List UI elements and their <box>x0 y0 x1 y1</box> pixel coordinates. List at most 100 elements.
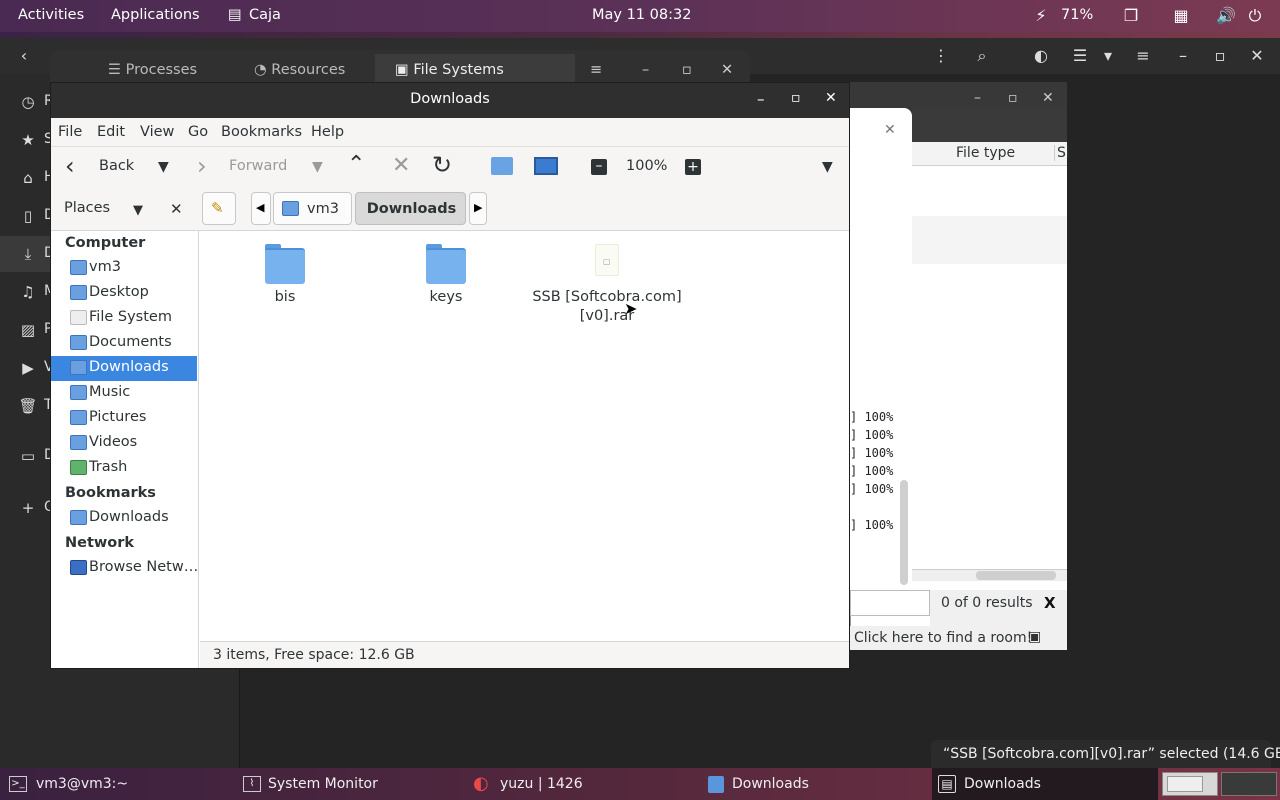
sidebar-item-vm3[interactable]: vm3 <box>51 256 197 281</box>
maximize-icon[interactable]: ▫ <box>1008 90 1018 106</box>
sidebar-item-documents[interactable]: Documents <box>51 331 197 356</box>
maximize-icon[interactable]: ▫ <box>682 62 692 78</box>
clock[interactable]: May 11 08:32 <box>592 7 691 23</box>
menu-view[interactable]: View <box>140 124 174 140</box>
file-name[interactable]: bis <box>235 289 335 305</box>
minimize-icon[interactable]: – <box>642 62 649 78</box>
places-selector[interactable]: Places <box>64 200 110 216</box>
task-system-monitor[interactable]: ⌇ System Monitor <box>234 768 462 800</box>
stop-icon[interactable]: ✕ <box>392 155 410 177</box>
breadcrumb-left-arrow[interactable]: ◀ <box>251 192 271 225</box>
download-icon[interactable]: ⤓ <box>18 244 38 264</box>
sidebar-item-trash[interactable]: Trash <box>51 456 197 481</box>
workspace-2[interactable] <box>1221 772 1277 796</box>
menu-edit[interactable]: Edit <box>97 124 125 140</box>
forward-arrow-icon[interactable]: › <box>197 154 207 178</box>
list-view-icon[interactable]: ☰ <box>1068 44 1092 68</box>
menu-file[interactable]: File <box>58 124 82 140</box>
video-icon[interactable]: ▶ <box>18 358 38 378</box>
back-button[interactable]: Back <box>99 158 134 174</box>
close-icon[interactable]: ✕ <box>1245 44 1269 68</box>
applications-menu[interactable]: Applications <box>111 7 200 23</box>
menu-help[interactable]: Help <box>311 124 344 140</box>
tab-resources[interactable]: ◔ Resources <box>254 62 345 78</box>
back-arrow-icon[interactable]: ‹ <box>65 154 75 178</box>
sidebar-item-videos[interactable]: Videos <box>51 431 197 456</box>
app-grid-icon[interactable]: ▦ <box>1171 6 1191 26</box>
minimize-icon[interactable]: – <box>974 90 981 106</box>
search-field[interactable] <box>850 590 930 616</box>
breadcrumb-right-arrow[interactable]: ▶ <box>469 192 487 225</box>
window-switch-icon[interactable]: ❐ <box>1121 6 1141 26</box>
star-icon[interactable]: ★ <box>18 130 38 150</box>
menu-go[interactable]: Go <box>188 124 208 140</box>
music-icon[interactable]: ♫ <box>18 282 38 302</box>
plus-icon[interactable]: + <box>18 498 38 518</box>
archive-icon[interactable]: ▢ <box>595 244 619 276</box>
disk-usage-icon[interactable]: ◐ <box>1029 44 1053 68</box>
app-menu-label[interactable]: Caja <box>249 7 281 23</box>
folder-icon[interactable] <box>265 244 305 284</box>
sidebar-item-pictures[interactable]: Pictures <box>51 406 197 431</box>
file-name-line2[interactable]: [v0].rar <box>527 308 687 324</box>
minimize-icon[interactable]: – <box>1171 44 1195 68</box>
breadcrumb-downloads[interactable]: Downloads <box>355 192 466 225</box>
minimize-icon[interactable]: – <box>757 90 765 108</box>
zoom-level[interactable]: 100% <box>626 158 667 174</box>
up-arrow-icon[interactable]: ⌃ <box>347 154 365 176</box>
sidebar-item-music[interactable]: Music <box>51 381 197 406</box>
folder-icon[interactable] <box>426 244 466 284</box>
horizontal-scrollbar[interactable] <box>912 569 1067 581</box>
home-folder-icon[interactable] <box>491 157 513 175</box>
places-dropdown-icon[interactable]: ▼ <box>133 201 143 221</box>
hamburger-menu-icon[interactable]: ≡ <box>590 62 602 78</box>
sidebar-item-browse-network[interactable]: Browse Netw… <box>51 556 198 581</box>
task-downloads-2[interactable]: ▤ Downloads <box>932 768 1158 800</box>
sidebar-item-file-system[interactable]: File System <box>51 306 197 331</box>
trash-icon[interactable]: 🗑 <box>18 396 38 416</box>
task-downloads-1[interactable]: Downloads <box>700 768 928 800</box>
close-search-button[interactable]: X <box>1044 594 1056 612</box>
recent-icon[interactable]: ◷ <box>18 92 38 112</box>
search-icon[interactable]: ⌕ <box>970 44 994 68</box>
document-icon[interactable]: ▯ <box>18 206 38 226</box>
maximize-icon[interactable]: ▫ <box>1208 44 1232 68</box>
sidebar-item-bookmark-downloads[interactable]: Downloads <box>51 506 197 531</box>
close-icon[interactable]: ✕ <box>721 62 733 78</box>
workspace-1[interactable] <box>1162 772 1218 796</box>
room-icon[interactable]: ▣ <box>1028 629 1041 645</box>
power-icon[interactable]: ⏻ <box>1245 6 1265 26</box>
file-name[interactable]: keys <box>396 289 496 305</box>
column-size[interactable]: Si <box>1054 145 1070 161</box>
task-yuzu[interactable]: ◐ yuzu | 1426 <box>467 768 695 800</box>
find-room-bar[interactable]: Click here to find a room! ▣ <box>850 626 1067 650</box>
sidebar-item-downloads[interactable]: Downloads <box>51 356 197 381</box>
zoom-out-icon[interactable]: – <box>591 159 607 175</box>
battery-icon[interactable]: ⚡ <box>1028 6 1054 26</box>
home-icon[interactable]: ⌂ <box>18 168 38 188</box>
back-arrow-icon[interactable]: ‹ <box>12 44 36 68</box>
sidebar-item-desktop[interactable]: Desktop <box>51 281 197 306</box>
task-terminal[interactable]: >_ vm3@vm3:~ <box>0 768 228 800</box>
hamburger-menu-icon[interactable]: ≡ <box>1131 44 1155 68</box>
breadcrumb-vm3[interactable]: vm3 <box>273 192 352 225</box>
toolbar-overflow-dropdown[interactable]: ▼ <box>822 157 833 177</box>
back-history-dropdown[interactable]: ▼ <box>158 157 169 177</box>
folder-icon[interactable]: ▭ <box>18 446 38 466</box>
forward-button[interactable]: Forward <box>229 158 287 174</box>
chevron-down-icon[interactable]: ▾ <box>1096 44 1120 68</box>
app-menu-icon[interactable]: ▤ <box>228 7 242 23</box>
close-icon[interactable]: ✕ <box>1042 90 1054 106</box>
picture-icon[interactable]: ▨ <box>18 320 38 340</box>
forward-history-dropdown[interactable]: ▼ <box>312 157 323 177</box>
close-icon[interactable]: ✕ <box>825 90 837 106</box>
volume-icon[interactable]: 🔊 <box>1216 6 1236 26</box>
activities-button[interactable]: Activities <box>18 7 84 23</box>
close-icon[interactable]: ✕ <box>884 122 896 138</box>
file-view[interactable]: bis keys ▢ SSB [Softcobra.com] [v0].rar … <box>200 231 849 641</box>
tab-file-systems[interactable]: ▣ File Systems <box>395 62 504 78</box>
close-sidebar-icon[interactable]: ✕ <box>170 199 183 219</box>
find-room-link[interactable]: Click here to find a room! <box>854 630 1032 646</box>
scrollbar-thumb[interactable] <box>900 480 908 585</box>
menu-bookmarks[interactable]: Bookmarks <box>221 124 302 140</box>
